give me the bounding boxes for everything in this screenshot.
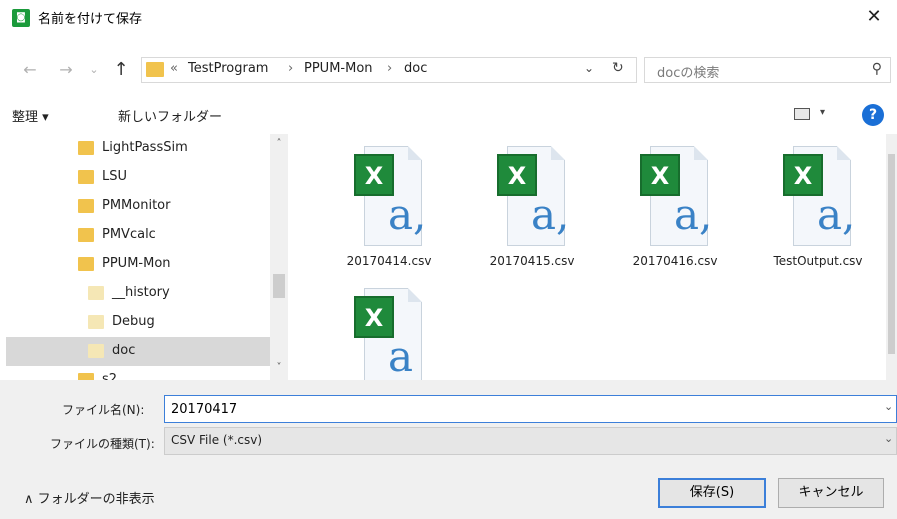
folder-icon — [146, 62, 164, 77]
tree-item-label: LightPassSim — [102, 140, 188, 155]
breadcrumb-testprogram[interactable]: TestProgram — [188, 61, 268, 76]
tree-item-label: PPUM-Mon — [102, 256, 171, 271]
folder-icon — [88, 286, 104, 300]
filename-label: ファイル名(N): — [62, 403, 145, 417]
file-item[interactable]: Xa, TestOutput.csv — [753, 134, 883, 274]
file-item[interactable]: Xa, 20170415.csv — [467, 134, 597, 274]
file-type-glyph: a, — [531, 190, 570, 239]
page-fold — [408, 288, 422, 302]
tree-item-label: __history — [112, 285, 170, 300]
chevron-down-icon[interactable]: ⌄ — [884, 400, 893, 413]
file-name: TestOutput.csv — [773, 254, 863, 268]
scroll-up-icon[interactable]: ˄ — [270, 138, 288, 149]
breadcrumb-ppum-mon[interactable]: PPUM-Mon — [304, 61, 373, 76]
chevron-down-icon[interactable]: ▾ — [820, 107, 825, 118]
folder-icon — [78, 373, 94, 380]
recent-locations-icon[interactable]: ⌄ — [84, 58, 104, 82]
window-title: 名前を付けて保存 — [38, 12, 143, 27]
excel-csv-icon: Xa, — [783, 146, 856, 246]
tree-item-label: doc — [112, 343, 136, 358]
back-arrow-icon[interactable]: ← — [20, 58, 40, 82]
search-icon[interactable]: ⚲ — [872, 61, 882, 77]
breadcrumb-overflow[interactable]: « — [170, 61, 178, 76]
tree-item[interactable]: PPUM-Mon — [6, 250, 270, 279]
folder-icon — [88, 344, 104, 358]
tree-item[interactable]: doc — [6, 337, 270, 366]
breadcrumb-separator: › — [387, 61, 393, 76]
tree-item-label: s2 — [102, 372, 118, 380]
view-options-icon[interactable] — [794, 108, 810, 120]
filetype-value: CSV File (*.csv) — [171, 433, 263, 447]
tree-item[interactable]: __history — [6, 279, 270, 308]
chevron-down-icon[interactable]: ⌄ — [884, 432, 893, 445]
breadcrumb-doc[interactable]: doc — [404, 61, 427, 76]
file-name: 20170414.csv — [346, 254, 432, 268]
file-item[interactable]: Xa, 20170416.csv — [610, 134, 740, 274]
folder-icon — [78, 170, 94, 184]
tree-item-label: LSU — [102, 169, 128, 184]
cancel-button[interactable]: キャンセル — [778, 478, 884, 508]
close-button[interactable]: ✕ — [857, 2, 891, 32]
help-icon[interactable]: ? — [862, 104, 884, 126]
scrollbar-thumb[interactable] — [273, 274, 285, 298]
file-type-glyph: a, — [388, 190, 427, 239]
tree-item-label: PMVcalc — [102, 227, 156, 242]
folder-icon — [78, 199, 94, 213]
navigation-bar: ← → ⌄ ↑ « TestProgram › PPUM-Mon › doc ⌄… — [0, 56, 897, 86]
chevron-down-icon[interactable]: ⌄ — [584, 61, 594, 75]
tree-item[interactable]: s2 — [6, 366, 270, 380]
scroll-down-icon[interactable]: ˅ — [270, 362, 288, 373]
page-fold — [408, 146, 422, 160]
tree-item[interactable]: LSU — [6, 163, 270, 192]
app-icon: ◙ — [12, 9, 30, 27]
tree-item-label: Debug — [112, 314, 155, 329]
save-options-panel: ファイル名(N): ⌄ ファイルの種類(T): CSV File (*.csv)… — [0, 380, 897, 519]
organize-button[interactable]: 整理 ▾ — [12, 106, 49, 125]
file-name: 20170416.csv — [632, 254, 718, 268]
file-item[interactable]: Xa — [324, 276, 454, 380]
title-bar: ◙ 名前を付けて保存 ✕ — [0, 0, 897, 34]
filetype-select[interactable]: CSV File (*.csv) — [164, 427, 897, 455]
search-placeholder: docの検索 — [657, 66, 720, 81]
file-list-scrollbar[interactable] — [886, 134, 897, 380]
navigation-scrollbar[interactable]: ˄ ˅ — [270, 134, 288, 380]
excel-csv-icon: Xa — [354, 288, 424, 380]
tree-item[interactable]: LightPassSim — [6, 134, 270, 163]
search-input[interactable]: docの検索 ⚲ — [644, 57, 891, 83]
refresh-icon[interactable]: ↻ — [612, 60, 624, 76]
tree-item[interactable]: Debug — [6, 308, 270, 337]
filename-input[interactable] — [164, 395, 897, 423]
excel-csv-icon: Xa, — [497, 146, 570, 246]
breadcrumb-separator: › — [288, 61, 294, 76]
folder-icon — [78, 228, 94, 242]
address-bar[interactable]: « TestProgram › PPUM-Mon › doc ⌄ ↻ — [141, 57, 637, 83]
forward-arrow-icon[interactable]: → — [56, 58, 76, 82]
scrollbar-thumb[interactable] — [888, 154, 895, 354]
page-fold — [837, 146, 851, 160]
tree-item-label: PMMonitor — [102, 198, 171, 213]
file-type-glyph: a, — [674, 190, 713, 239]
new-folder-button[interactable]: 新しいフォルダー — [118, 106, 222, 125]
folder-icon — [88, 315, 104, 329]
hide-folders-toggle[interactable]: ∧ フォルダーの非表示 — [24, 488, 155, 507]
excel-csv-icon: Xa, — [640, 146, 713, 246]
tree-item[interactable]: PMVcalc — [6, 221, 270, 250]
file-type-glyph: a — [388, 332, 414, 380]
navigation-pane: LightPassSim LSU PMMonitor PMVcalc PPUM-Mon _… — [6, 134, 270, 380]
folder-icon — [78, 141, 94, 155]
command-bar: 整理 ▾ 新しいフォルダー ▾ ? — [0, 98, 897, 134]
page-fold — [551, 146, 565, 160]
file-type-glyph: a, — [817, 190, 856, 239]
file-item[interactable]: Xa, 20170414.csv — [324, 134, 454, 274]
tree-item[interactable]: PMMonitor — [6, 192, 270, 221]
filetype-label: ファイルの種類(T): — [50, 437, 155, 451]
file-name: 20170415.csv — [489, 254, 575, 268]
page-fold — [694, 146, 708, 160]
up-arrow-icon[interactable]: ↑ — [110, 56, 132, 84]
excel-csv-icon: Xa, — [354, 146, 427, 246]
folder-icon — [78, 257, 94, 271]
save-button[interactable]: 保存(S) — [658, 478, 766, 508]
file-list: Xa, 20170414.csv Xa, 20170415.csv Xa, 2017041… — [290, 134, 886, 380]
